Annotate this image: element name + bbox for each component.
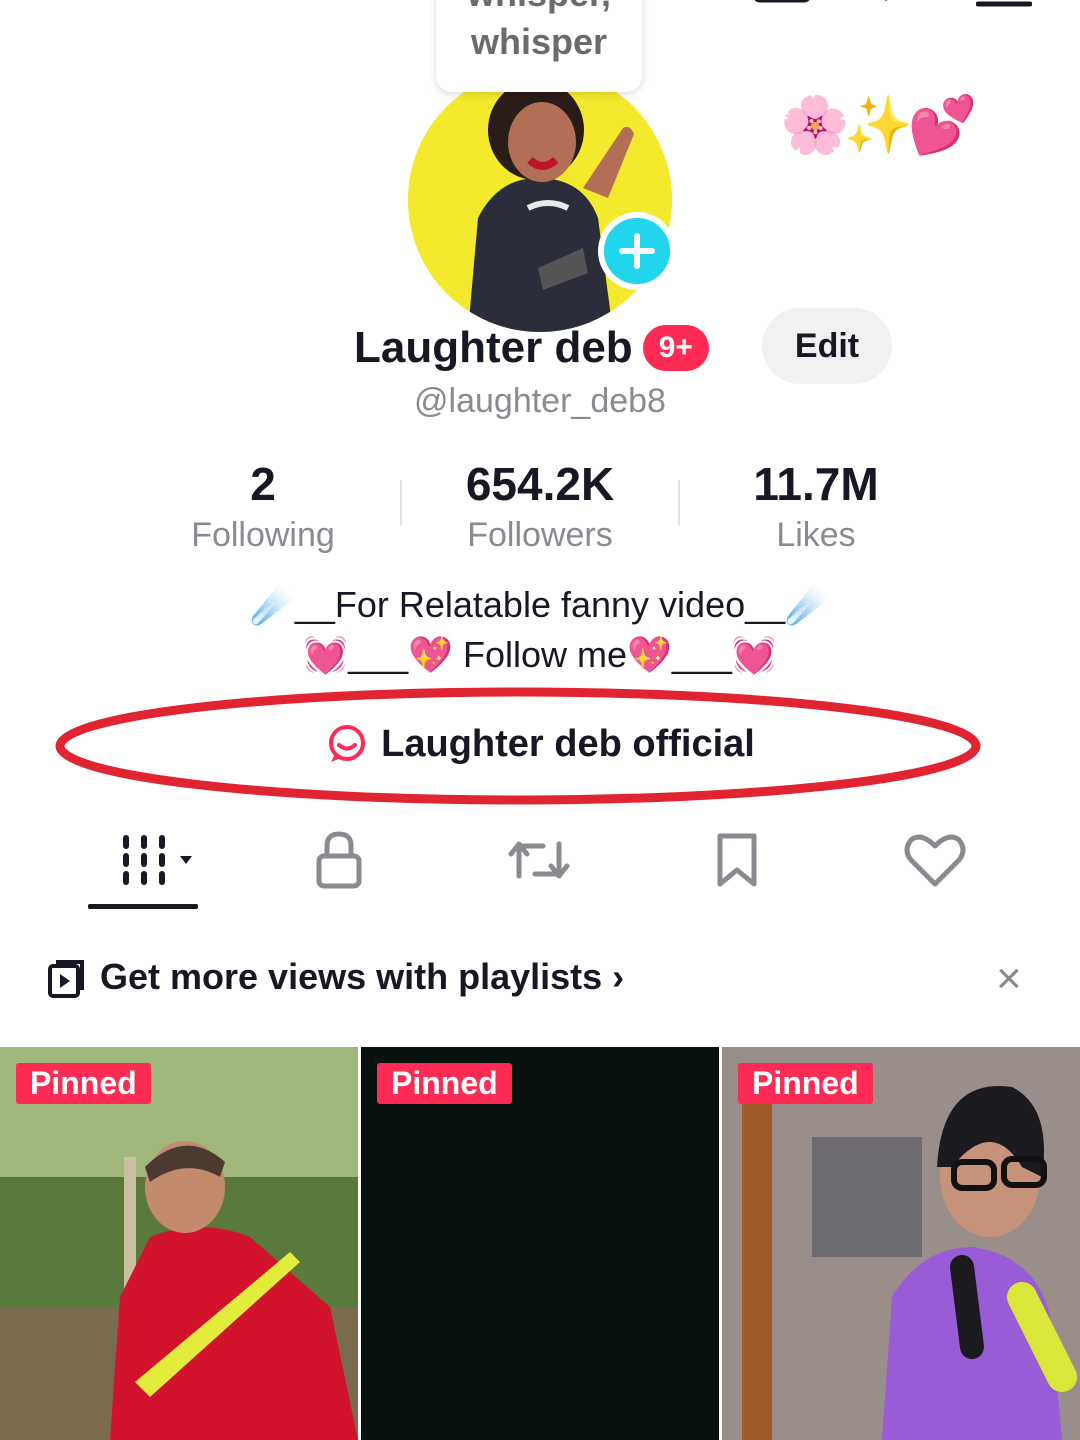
pinned-label: Pinned — [16, 1063, 151, 1104]
playlist-icon — [48, 960, 84, 998]
heart-icon — [904, 834, 966, 887]
stat-followers[interactable]: 654.2K Followers — [430, 456, 650, 558]
chat-bubble-icon — [329, 725, 366, 762]
playlists-banner-text: Get more views with playlists › — [100, 956, 625, 997]
edit-profile-button[interactable]: Edit — [762, 308, 892, 384]
video-preview-image — [0, 1047, 358, 1440]
tab-private[interactable] — [284, 820, 394, 900]
notification-badge[interactable]: 9+ — [642, 325, 709, 371]
followers-label: Followers — [467, 516, 613, 554]
tools-icon[interactable] — [860, 0, 920, 14]
repost-icon — [508, 841, 570, 879]
stat-following[interactable]: 2 Following — [153, 456, 373, 558]
profile-name: Laughter deb — [354, 323, 633, 372]
video-preview-image — [722, 1047, 1080, 1440]
lock-icon — [316, 831, 362, 889]
profile-name-row: Laughter deb 9+ — [354, 318, 709, 378]
tooltip-line-1: whisper, — [436, 0, 642, 18]
decorative-emojis: 🌸✨💕 — [780, 93, 977, 156]
bio-line-1: ☄️__For Relatable fanny video__☄️ — [250, 584, 830, 625]
pinned-label: Pinned — [738, 1063, 873, 1104]
bio-line-2: 💓___💖 Follow me💖___💓 — [303, 634, 777, 675]
tab-liked[interactable] — [880, 820, 990, 900]
bookmark-icon — [717, 833, 757, 887]
likes-label: Likes — [776, 516, 856, 554]
tooltip-line-2: whisper — [470, 21, 608, 62]
video-thumbnail[interactable]: Pinned — [361, 1047, 719, 1440]
profile-tabs — [0, 820, 1080, 914]
avatar — [408, 68, 672, 332]
add-story-button[interactable] — [598, 212, 676, 290]
stat-likes[interactable]: 11.7M Likes — [706, 456, 926, 558]
stat-divider — [678, 480, 680, 526]
following-label: Following — [191, 516, 335, 554]
tab-reposts[interactable] — [484, 820, 594, 900]
likes-count: 11.7M — [753, 458, 879, 510]
following-count: 2 — [250, 458, 276, 510]
tab-videos[interactable] — [96, 820, 206, 900]
stat-divider — [400, 480, 402, 526]
profile-link[interactable]: Laughter deb official — [0, 716, 1080, 772]
add-friend-icon[interactable] — [40, 0, 110, 16]
video-thumbnail[interactable]: Pinned — [0, 1047, 358, 1440]
profile-link-label: Laughter deb official — [381, 722, 755, 765]
pinned-label: Pinned — [377, 1063, 512, 1104]
menu-icon[interactable] — [975, 0, 1033, 14]
followers-count: 654.2K — [465, 458, 615, 510]
video-thumbnail[interactable]: Pinned — [722, 1047, 1080, 1440]
plus-icon — [619, 233, 655, 269]
status-tooltip[interactable]: whisper, whisper — [436, 0, 642, 92]
tab-favorites[interactable] — [682, 820, 792, 900]
ai-studio-icon[interactable] — [752, 0, 812, 14]
active-tab-indicator — [88, 904, 198, 909]
close-banner-button[interactable]: × — [996, 954, 1022, 1004]
profile-handle: @laughter_deb8 — [414, 382, 666, 420]
grid-icon — [123, 835, 192, 885]
